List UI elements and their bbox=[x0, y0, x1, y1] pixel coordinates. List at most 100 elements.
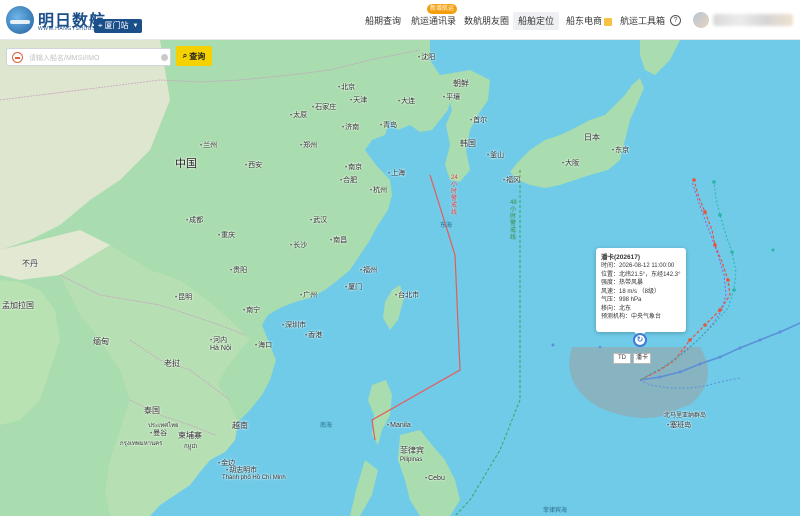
city-shanghai: 上海 bbox=[388, 168, 405, 178]
search-button-label: 查询 bbox=[189, 51, 206, 61]
city-nanjing: 南京 bbox=[345, 162, 362, 172]
sea-east-china: 东海 bbox=[440, 223, 453, 229]
city-osaka: 大阪 bbox=[562, 158, 579, 168]
city-fukuoka: 福冈 bbox=[503, 175, 520, 185]
city-busan: 釜山 bbox=[487, 150, 504, 160]
city-lanzhou: 兰州 bbox=[200, 140, 217, 150]
nav-shipping-news[interactable]: 航运通讯录 bbox=[411, 12, 456, 30]
nav-ecommerce[interactable]: 船东电商 bbox=[566, 12, 613, 30]
city-beijing: 北京 bbox=[338, 82, 355, 92]
sea-philippine: 菲律宾海 bbox=[543, 508, 568, 514]
nav-shipping-circle[interactable]: 数航朋友圈 bbox=[464, 12, 509, 30]
nav-ship-position[interactable]: 船舶定位 bbox=[513, 12, 560, 30]
label-bangladesh: 孟加拉国 bbox=[2, 301, 34, 310]
label-bhutan: 不丹 bbox=[22, 259, 38, 268]
label-north-korea: 朝鲜 bbox=[453, 79, 469, 88]
city-jinan: 济南 bbox=[342, 122, 359, 132]
label-philippines-en: Pilipinas bbox=[400, 457, 423, 463]
city-hcmc-local: Thành phố Hồ Chí Minh bbox=[222, 475, 286, 481]
label-cambodia: 柬埔寨 bbox=[178, 431, 202, 440]
city-wuhan: 武汉 bbox=[310, 215, 327, 225]
typhoon-title: 潘卡(202617) bbox=[601, 254, 641, 261]
city-zhengzhou: 郑州 bbox=[300, 140, 317, 150]
shop-icon bbox=[604, 17, 613, 26]
nav-tools[interactable]: 航运工具箱 bbox=[620, 12, 665, 30]
search-button[interactable]: ⌕ 查询 bbox=[176, 46, 212, 66]
warning-line-48h-label: 48小时警戒线 bbox=[510, 200, 517, 241]
city-taipei: 台北市 bbox=[395, 290, 419, 300]
label-thailand: 泰国 bbox=[144, 406, 160, 415]
typhoon-td-label[interactable]: TD bbox=[613, 353, 631, 364]
typhoon-position: 位置：北纬21.5°，东经142.3° bbox=[601, 271, 681, 278]
city-kunming: 昆明 bbox=[175, 292, 192, 302]
nav-ecommerce-label: 船东电商 bbox=[566, 16, 603, 26]
label-laos: 老挝 bbox=[164, 359, 180, 368]
city-tianjin: 天津 bbox=[350, 95, 367, 105]
port-selector[interactable]: ⌖ 厦门站 ▼ bbox=[94, 19, 143, 33]
label-northern-marianas: 北马里亚纳群岛 bbox=[664, 413, 707, 419]
label-cambodia-local: កម្ពុជា bbox=[184, 444, 198, 450]
ship-icon bbox=[12, 52, 23, 63]
search-placeholder: 请输入船名/MMSI/IMO bbox=[29, 55, 100, 62]
typhoon-pressure: 气压：998 hPa bbox=[601, 297, 642, 303]
city-xian: 西安 bbox=[245, 160, 262, 170]
label-myanmar: 缅甸 bbox=[93, 337, 109, 346]
typhoon-time: 时间：2026-08-12 11:00:00 bbox=[601, 263, 675, 269]
city-chengdu: 成都 bbox=[186, 215, 203, 225]
city-shenzhen: 深圳市 bbox=[282, 320, 306, 330]
city-hanoi: 河内 bbox=[210, 335, 227, 345]
top-header: 明日数航 WWW.HANGYSHUGS.COM ⌖ 厦门站 ▼ 船期查询 航运通… bbox=[0, 0, 800, 40]
typhoon-icon[interactable]: ↻ bbox=[633, 333, 647, 347]
city-xiamen: 厦门 bbox=[345, 282, 362, 292]
warning-line-24h-label: 24小时警戒线 bbox=[451, 175, 458, 216]
label-south-korea: 韩国 bbox=[460, 139, 476, 148]
city-seoul: 首尔 bbox=[470, 115, 487, 125]
clear-icon[interactable] bbox=[161, 54, 168, 61]
city-qingdao: 青岛 bbox=[380, 120, 397, 130]
typhoon-intensity: 强度：热带风暴 bbox=[601, 280, 644, 286]
label-philippines: 菲律宾 bbox=[400, 446, 424, 455]
city-cebu: Cebu bbox=[425, 475, 445, 482]
map-canvas[interactable]: 中国 朝鲜 韩国 日本 老挝 泰国 ประเทศไทย 柬埔寨 កម្ពុជា … bbox=[0, 40, 800, 516]
city-pyongyang: 平壤 bbox=[443, 92, 460, 102]
typhoon-direction: 移向：北东 bbox=[601, 305, 632, 312]
chevron-down-icon: ▼ bbox=[132, 23, 139, 29]
city-bangkok-local: กรุงเทพมหานคร bbox=[120, 441, 163, 447]
city-hangzhou: 杭州 bbox=[370, 185, 387, 195]
city-taiyuan: 太原 bbox=[290, 110, 307, 120]
city-nanning: 南宁 bbox=[243, 305, 260, 315]
new-badge: 新增航运 bbox=[427, 4, 458, 14]
city-hefei: 合肥 bbox=[340, 175, 357, 185]
avatar[interactable] bbox=[693, 12, 709, 28]
search-input[interactable]: 请输入船名/MMSI/IMO bbox=[6, 48, 171, 66]
location-pin-icon: ⌖ bbox=[98, 21, 103, 30]
user-name-blurred[interactable] bbox=[713, 14, 793, 26]
label-vietnam: 越南 bbox=[232, 421, 248, 430]
label-china: 中国 bbox=[175, 158, 197, 170]
city-guangzhou: 广州 bbox=[300, 290, 317, 300]
city-shijiazhuang: 石家庄 bbox=[312, 102, 336, 112]
search-icon: ⌕ bbox=[182, 51, 188, 60]
nav-ship-query[interactable]: 船期查询 bbox=[365, 12, 401, 30]
typhoon-name-label[interactable]: 潘卡 bbox=[633, 353, 651, 364]
city-changsha: 长沙 bbox=[290, 240, 307, 250]
city-nanchang: 南昌 bbox=[330, 235, 347, 245]
typhoon-popup[interactable]: 潘卡(202617) 时间：2026-08-12 11:00:00 位置：北纬2… bbox=[596, 248, 686, 338]
city-saipan: 塞班岛 bbox=[667, 420, 691, 430]
city-haikou: 海口 bbox=[255, 340, 272, 350]
typhoon-agency: 预测机构：中央气象台 bbox=[601, 314, 662, 320]
city-hongkong: 香港 bbox=[305, 330, 322, 340]
help-icon[interactable]: ? bbox=[670, 15, 681, 26]
city-guiyang: 贵阳 bbox=[230, 265, 247, 275]
city-hcmc: 胡志明市 bbox=[226, 465, 257, 475]
city-dalian: 大连 bbox=[398, 96, 415, 106]
city-bangkok: 曼谷 bbox=[150, 428, 167, 438]
city-hanoi-local: Hà Nội bbox=[210, 345, 232, 352]
brand-logo[interactable] bbox=[6, 6, 34, 34]
city-manila: Manila bbox=[387, 422, 411, 429]
sea-south-china: 南海 bbox=[320, 423, 333, 429]
label-japan: 日本 bbox=[584, 133, 600, 142]
city-tokyo: 东京 bbox=[612, 145, 629, 155]
city-fuzhou: 福州 bbox=[360, 265, 377, 275]
city-chongqing: 重庆 bbox=[218, 230, 235, 240]
